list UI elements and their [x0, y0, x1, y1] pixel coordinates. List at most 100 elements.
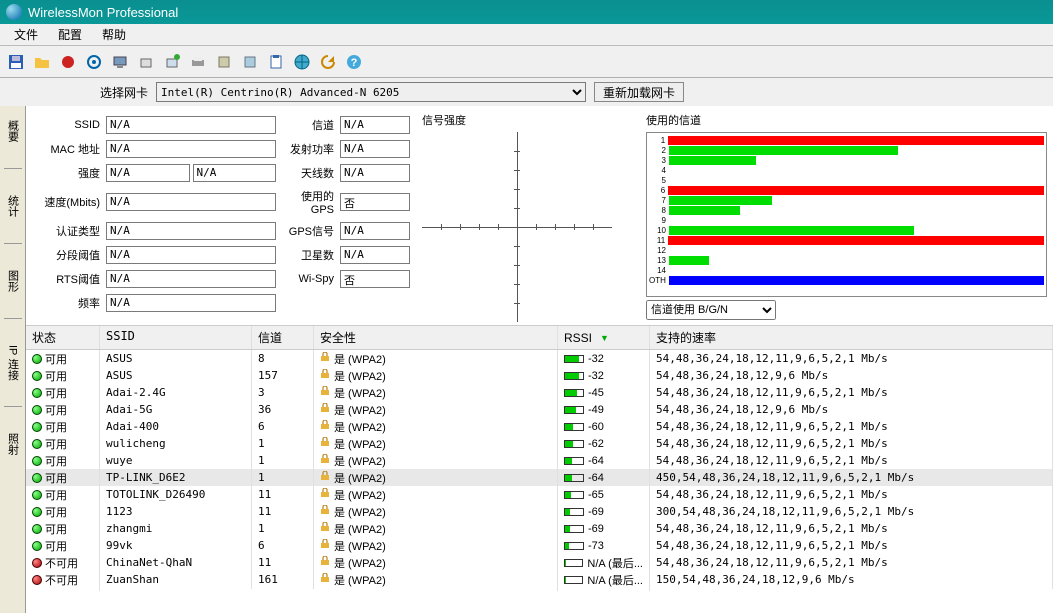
val-channel: N/A	[340, 116, 410, 134]
val-auth: N/A	[106, 222, 276, 240]
help-icon[interactable]: ?	[342, 50, 366, 74]
rssi-bar-icon	[564, 406, 584, 414]
status-dot-icon	[32, 456, 42, 466]
lock-icon	[320, 471, 330, 484]
header-security[interactable]: 安全性	[314, 326, 558, 349]
status-dot-icon	[32, 422, 42, 432]
printer-icon[interactable]	[186, 50, 210, 74]
header-rssi[interactable]: RSSI▼	[558, 326, 650, 349]
status-dot-icon	[32, 388, 42, 398]
channel-row: 12	[649, 245, 1044, 255]
refresh-icon[interactable]	[316, 50, 340, 74]
signal-title: 信号强度	[422, 112, 630, 128]
app-icon	[6, 4, 22, 20]
toolbar: ?	[0, 46, 1053, 78]
channel-row: 8	[649, 205, 1044, 215]
menu-help[interactable]: 帮助	[92, 24, 136, 45]
record-icon[interactable]	[56, 50, 80, 74]
lock-icon	[320, 403, 330, 416]
sort-desc-icon: ▼	[600, 333, 609, 343]
lbl-ssid: SSID	[32, 119, 104, 131]
lock-icon	[320, 420, 330, 433]
val-gpssignal: N/A	[340, 222, 410, 240]
sidebar-tab-map[interactable]: 照射	[3, 427, 23, 461]
status-dot-icon	[32, 354, 42, 364]
globe-icon[interactable]	[290, 50, 314, 74]
channel-bars: 1234567891011121314OTH	[646, 132, 1047, 297]
device1-icon[interactable]	[134, 50, 158, 74]
lbl-mac: MAC 地址	[32, 141, 104, 157]
val-gps: 否	[340, 193, 410, 211]
rssi-bar-icon	[564, 525, 584, 533]
val-speed: N/A	[106, 193, 276, 211]
val-freq: N/A	[106, 294, 276, 312]
folder-icon[interactable]	[30, 50, 54, 74]
menu-config[interactable]: 配置	[48, 24, 92, 45]
val-antenna: N/A	[340, 164, 410, 182]
sidebar-tab-summary[interactable]: 概要	[3, 114, 23, 148]
channel-row: 10	[649, 225, 1044, 235]
header-ssid[interactable]: SSID	[100, 326, 252, 349]
lbl-wispy: Wi-Spy	[278, 273, 338, 285]
status-dot-icon	[32, 575, 42, 585]
header-channel[interactable]: 信道	[252, 326, 314, 349]
lock-icon	[320, 386, 330, 399]
sidebar-tab-graph[interactable]: 图形	[3, 264, 23, 298]
header-status[interactable]: 状态	[26, 326, 100, 349]
adapter-label: 选择网卡	[100, 84, 148, 101]
lock-icon	[320, 522, 330, 535]
lbl-gpssignal: GPS信号	[278, 223, 338, 239]
header-rates[interactable]: 支持的速率	[650, 326, 1053, 349]
adapter-select[interactable]: Intel(R) Centrino(R) Advanced-N 6205	[156, 82, 586, 102]
lbl-txpower: 发射功率	[278, 141, 338, 157]
rssi-bar-icon	[564, 372, 584, 380]
lbl-gps: 使用的GPS	[278, 188, 338, 216]
rssi-bar-icon	[564, 474, 584, 482]
tool1-icon[interactable]	[212, 50, 236, 74]
channel-row: 3	[649, 155, 1044, 165]
lbl-antenna: 天线数	[278, 165, 338, 181]
rssi-bar-icon	[564, 491, 584, 499]
sidebar-tab-ip[interactable]: IP 连接	[3, 339, 23, 386]
target-icon[interactable]	[82, 50, 106, 74]
val-wispy: 否	[340, 270, 410, 288]
val-rts: N/A	[106, 270, 276, 288]
lock-icon	[320, 573, 330, 586]
sidebar: 概要 统计 图形 IP 连接 照射	[0, 106, 26, 613]
rssi-bar-icon	[564, 542, 584, 550]
val-sats: N/A	[340, 246, 410, 264]
menubar: 文件 配置 帮助	[0, 24, 1053, 46]
table-row[interactable]: 不可用ZuanShan161是 (WPA2)N/A (最后...150,54,4…	[26, 571, 1053, 588]
status-dot-icon	[32, 473, 42, 483]
sidebar-tab-stats[interactable]: 统计	[3, 189, 23, 223]
status-dot-icon	[32, 558, 42, 568]
status-dot-icon	[32, 524, 42, 534]
channel-row: 1	[649, 135, 1044, 145]
rssi-bar-icon	[564, 423, 584, 431]
reload-adapter-button[interactable]: 重新加载网卡	[594, 82, 684, 102]
lock-icon	[320, 352, 330, 365]
adapter-row: 选择网卡 Intel(R) Centrino(R) Advanced-N 620…	[0, 78, 1053, 106]
status-dot-icon	[32, 405, 42, 415]
device2-icon[interactable]	[160, 50, 184, 74]
channel-row: 4	[649, 165, 1044, 175]
status-dot-icon	[32, 439, 42, 449]
status-dot-icon	[32, 541, 42, 551]
tool2-icon[interactable]	[238, 50, 262, 74]
rssi-bar-icon	[564, 440, 584, 448]
lbl-rts: RTS阈值	[32, 271, 104, 287]
app-title: WirelessMon Professional	[28, 5, 178, 20]
lbl-frag: 分段阈值	[32, 247, 104, 263]
val-strength2: N/A	[193, 164, 277, 182]
lbl-strength: 强度	[32, 165, 104, 181]
menu-file[interactable]: 文件	[4, 24, 48, 45]
clipboard-icon[interactable]	[264, 50, 288, 74]
save-icon[interactable]	[4, 50, 28, 74]
lock-icon	[320, 556, 330, 569]
channel-mode-select[interactable]: 信道使用 B/G/N	[646, 300, 776, 320]
computer-icon[interactable]	[108, 50, 132, 74]
channel-row: 14	[649, 265, 1044, 275]
network-list[interactable]: 状态 SSID 信道 安全性 RSSI▼ 支持的速率 可用ASUS8是 (WPA…	[26, 326, 1053, 613]
channel-row: 2	[649, 145, 1044, 155]
val-ssid: N/A	[106, 116, 276, 134]
